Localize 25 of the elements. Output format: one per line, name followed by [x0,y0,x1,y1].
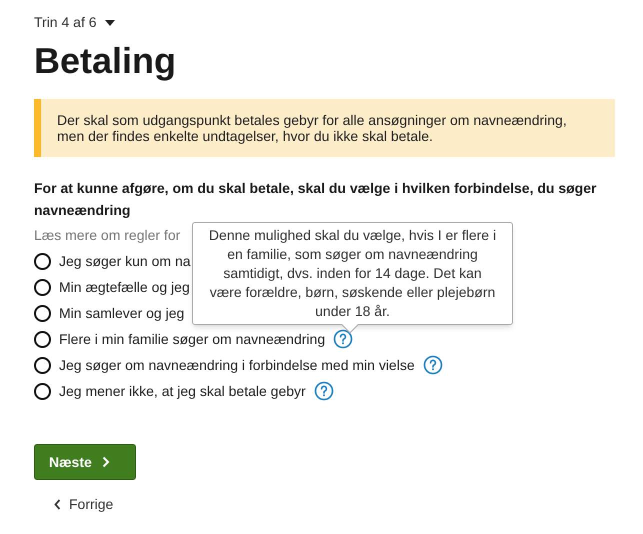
option-label[interactable]: Jeg mener ikke, at jeg skal betale gebyr [59,380,306,402]
help-icon[interactable] [314,381,334,401]
option-label[interactable]: Jeg søger om navneændring i forbindelse med min vielse [59,354,415,376]
option-label[interactable]: Jeg søger kun om na [59,250,191,272]
radio-button[interactable] [34,278,51,296]
next-button[interactable]: Næste [34,444,136,480]
help-icon[interactable] [333,329,354,349]
chevron-left-icon [54,499,61,510]
radio-button[interactable] [34,330,51,348]
radio-button[interactable] [34,252,51,270]
hint-text: Læs mere om regler for [34,226,180,245]
option-label[interactable]: Min samlever og jeg [59,302,184,324]
help-icon[interactable] [422,355,443,375]
option-label[interactable]: Min ægtefælle og jeg [59,276,190,298]
chevron-right-icon [102,456,110,468]
step-indicator[interactable]: Trin 4 af 6 [34,12,97,33]
radio-button[interactable] [34,382,51,400]
radio-button[interactable] [34,356,51,374]
notice-box: Der skal som udgangspunkt betales gebyr for alle ansøgninger om navneændring, men der findes enkelte undtagelser, hvor du ikke skal betale. [34,99,615,157]
question-label: For at kunne afgøre, om du skal betale, skal du vælge i hvilken forbindelse, du søger navneændring [34,179,598,220]
back-link[interactable]: Forrige [54,494,114,515]
page-title: Betaling [34,39,178,83]
radio-button[interactable] [34,304,51,322]
option-label[interactable]: Flere i min familie søger om navneændring [59,328,326,350]
caret-icon[interactable] [104,20,115,26]
